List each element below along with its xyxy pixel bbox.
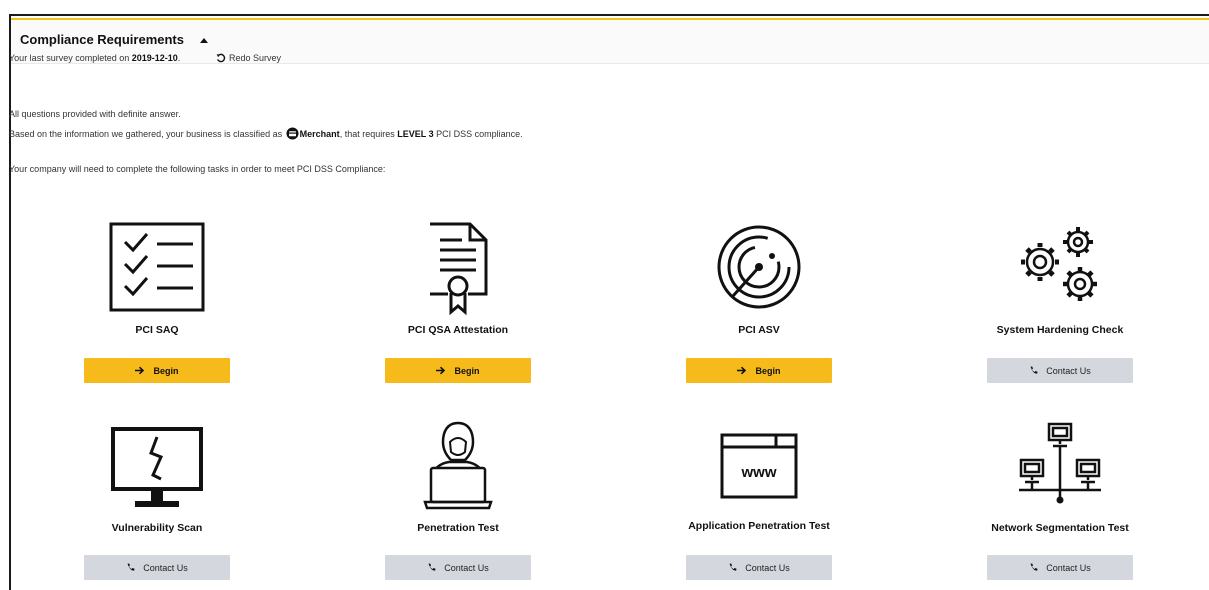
contact-us-button[interactable]: Contact Us xyxy=(987,555,1133,580)
contact-label: Contact Us xyxy=(143,562,188,573)
gears-icon xyxy=(930,222,1190,312)
hacker-laptop-icon xyxy=(328,420,588,510)
begin-button[interactable]: Begin xyxy=(385,358,531,383)
survey-date: 2019-12-10 xyxy=(131,53,178,63)
broken-monitor-icon xyxy=(27,425,287,511)
task-title: Penetration Test xyxy=(417,522,499,534)
classification-suffix: PCI DSS compliance. xyxy=(436,129,523,139)
task-card-application-penetration: www Application Penetration Test Contact… xyxy=(629,420,889,585)
pci-level: LEVEL 3 xyxy=(397,129,434,139)
panel-header[interactable]: Compliance Requirements xyxy=(11,20,1209,64)
tasks-intro: Your company will need to complete the f… xyxy=(9,164,386,174)
phone-icon xyxy=(1030,563,1038,571)
phone-icon xyxy=(127,563,135,571)
panel-title: Compliance Requirements xyxy=(20,32,184,47)
contact-label: Contact Us xyxy=(444,562,489,573)
radar-icon xyxy=(629,224,889,310)
survey-line: Your last survey completed on 2019-12-10… xyxy=(9,53,180,63)
arrow-right-icon xyxy=(135,366,145,375)
browser-window-icon: www xyxy=(629,433,889,499)
answers-status: All questions provided with definite ans… xyxy=(9,109,181,119)
contact-label: Contact Us xyxy=(745,562,790,573)
task-title: Vulnerability Scan xyxy=(111,522,203,534)
contact-label: Contact Us xyxy=(1046,562,1091,573)
task-card-pci-qsa: PCI QSA Attestation Begin xyxy=(328,214,588,389)
collapse-caret-icon[interactable] xyxy=(200,38,208,43)
task-card-pci-asv: PCI ASV Begin xyxy=(629,214,889,389)
task-card-system-hardening: System Hardening Check Contact Us xyxy=(930,214,1190,389)
contact-label: Contact Us xyxy=(1046,365,1091,376)
contact-us-button[interactable]: Contact Us xyxy=(84,555,230,580)
task-title: Application Penetration Test xyxy=(688,520,830,532)
classification-prefix: Based on the information we gathered, yo… xyxy=(9,129,283,139)
survey-prefix: Your last survey completed on xyxy=(9,53,130,63)
www-label: www xyxy=(740,464,776,481)
contact-us-button[interactable]: Contact Us xyxy=(686,555,832,580)
task-card-network-segmentation: Network Segmentation Test Contact Us xyxy=(930,420,1190,585)
certificate-icon xyxy=(328,220,588,316)
task-title: Network Segmentation Test xyxy=(991,522,1129,534)
redo-survey-link[interactable]: Redo Survey xyxy=(216,53,281,65)
task-card-vulnerability-scan: Vulnerability Scan Contact Us xyxy=(27,420,287,585)
redo-icon xyxy=(216,53,226,65)
task-title: PCI SAQ xyxy=(135,324,179,336)
merchant-label: Merchant xyxy=(299,129,340,139)
network-computers-icon xyxy=(930,420,1190,514)
phone-icon xyxy=(729,563,737,571)
task-title: PCI ASV xyxy=(738,324,780,336)
classification-middle: , that requires xyxy=(339,129,395,139)
task-card-penetration-test: Penetration Test Contact Us xyxy=(328,420,588,585)
classification-line: Based on the information we gathered, yo… xyxy=(9,127,523,142)
begin-button[interactable]: Begin xyxy=(686,358,832,383)
contact-us-button[interactable]: Contact Us xyxy=(385,555,531,580)
begin-label: Begin xyxy=(153,365,179,376)
phone-icon xyxy=(1030,366,1038,374)
begin-button[interactable]: Begin xyxy=(84,358,230,383)
begin-label: Begin xyxy=(454,365,480,376)
task-title: PCI QSA Attestation xyxy=(407,324,509,336)
task-card-pci-saq: PCI SAQ Begin xyxy=(27,214,287,389)
contact-us-button[interactable]: Contact Us xyxy=(987,358,1133,383)
merchant-icon xyxy=(286,127,299,142)
phone-icon xyxy=(428,563,436,571)
survey-suffix: . xyxy=(177,53,181,63)
redo-survey-label: Redo Survey xyxy=(229,53,282,63)
task-title: System Hardening Check xyxy=(996,324,1124,336)
arrow-right-icon xyxy=(436,366,446,375)
checklist-icon xyxy=(27,222,287,312)
arrow-right-icon xyxy=(737,366,747,375)
begin-label: Begin xyxy=(755,365,781,376)
